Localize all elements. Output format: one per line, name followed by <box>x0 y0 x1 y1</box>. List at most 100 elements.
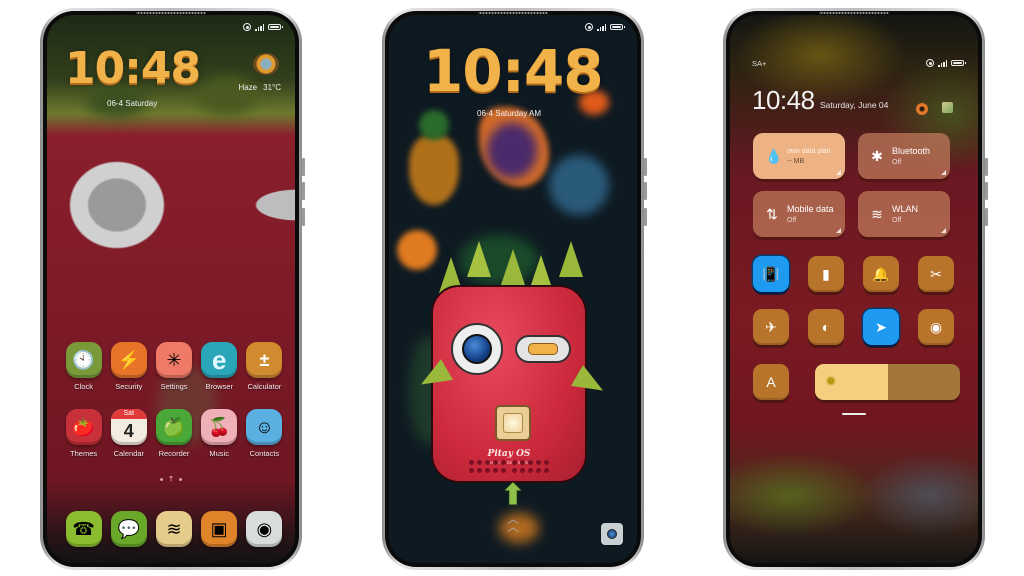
toggle-screenshot[interactable]: ✂ <box>918 256 954 292</box>
toggle-flashlight[interactable]: ▮ <box>808 256 844 292</box>
tile-bluetooth[interactable]: ✱ Bluetooth Off <box>858 133 950 179</box>
earpiece-speaker <box>136 12 206 14</box>
lock-screen: 10:48 06-4 Saturday AM Pitay OS Design b… <box>389 15 637 563</box>
app-calculator[interactable]: ± Calculator <box>242 342 287 391</box>
earpiece-speaker <box>819 12 889 14</box>
lock-clock-time: 10:48 <box>423 37 604 105</box>
app-contacts[interactable]: ☺ Contacts <box>242 409 287 458</box>
mobile-data-icon: ⇅ <box>766 205 778 222</box>
tile-own-data-plan[interactable]: 💧 own data plan -- MB <box>753 133 845 179</box>
page-dot <box>178 478 182 481</box>
expand-corner-icon <box>836 228 841 233</box>
cc-clock-time[interactable]: 10:48 <box>752 85 815 116</box>
browser-e-icon: e <box>201 342 238 378</box>
contrast-icon: ◐ <box>821 319 831 335</box>
signal-icon <box>597 23 606 31</box>
contacts-icon: ☺ <box>246 409 283 445</box>
calendar-icon: Sat 4 <box>110 409 147 445</box>
flashlight-icon: ▮ <box>822 265 830 282</box>
dock-item[interactable]: ▣ <box>197 511 242 547</box>
sun-icon: ✹ <box>825 373 837 389</box>
status-bar <box>585 23 625 31</box>
app-calendar[interactable]: Sat 4 Calendar <box>106 409 151 458</box>
app-label: Settings <box>160 382 188 391</box>
app-label: Contacts <box>249 449 280 458</box>
volume-down-button <box>302 182 305 200</box>
phone-lock-screen: 10:48 06-4 Saturday AM Pitay OS Design b… <box>382 8 647 570</box>
app-browser[interactable]: e Browser <box>197 342 242 391</box>
robot-eye-right <box>515 335 571 363</box>
wifi-icon: ≋ <box>871 205 883 222</box>
unlock-hint-chevron-icon: ︿ ︿ <box>506 512 520 534</box>
themes-tomato-icon: 🍅 <box>65 409 102 445</box>
dock-item[interactable]: ◉ <box>242 511 287 547</box>
toggle-airplane[interactable]: ✈ <box>753 309 789 345</box>
app-security[interactable]: ⚡ Security <box>106 342 151 391</box>
power-button <box>302 208 305 226</box>
expand-corner-icon <box>941 170 946 175</box>
app-settings[interactable]: ✳ Settings <box>151 342 196 391</box>
leaf-decoration <box>419 110 449 140</box>
settings-gear-icon[interactable] <box>916 103 928 115</box>
music-cherry-icon: 🍒 <box>201 409 238 445</box>
toggle-vibrate[interactable]: 📳 <box>753 256 789 292</box>
camera-icon: ◉ <box>246 511 283 547</box>
vibrate-icon: 📳 <box>762 265 780 282</box>
dock-item[interactable]: ≋ <box>151 511 196 547</box>
calculator-icon: ± <box>246 342 283 378</box>
app-themes[interactable]: 🍅 Themes <box>61 409 106 458</box>
earpiece-speaker <box>478 12 548 14</box>
control-center: SA+ 10:48 Saturday, June 04 💧 own data pl… <box>730 15 978 563</box>
alarm-icon <box>585 23 593 31</box>
lock-clock-date: 06-4 Saturday AM <box>477 109 542 118</box>
toggle-location[interactable]: ➤ <box>863 309 899 345</box>
clock-widget-time[interactable]: 10:48 <box>65 43 201 94</box>
leaf <box>467 241 491 277</box>
close-panel-handle[interactable] <box>842 413 866 415</box>
location-arrow-icon: ➤ <box>875 318 887 335</box>
camera-shortcut-button[interactable] <box>601 523 623 545</box>
camera-icon <box>607 529 617 539</box>
expand-corner-icon <box>941 228 946 233</box>
app-label: Clock <box>74 382 93 391</box>
robot-mouth-button <box>495 405 531 441</box>
bell-icon: 🔔 <box>872 265 890 282</box>
tile-status: -- MB <box>787 157 805 165</box>
lightning-icon: ⚡ <box>110 342 147 378</box>
edit-icon[interactable] <box>942 102 953 113</box>
water-drop-icon: 💧 <box>765 147 783 164</box>
tile-title: own data plan <box>787 147 831 155</box>
tile-mobile-data[interactable]: ⇅ Mobile data Off <box>753 191 845 237</box>
tile-title: WLAN <box>892 204 919 214</box>
app-music[interactable]: 🍒 Music <box>197 409 242 458</box>
app-label: Music <box>209 449 229 458</box>
weather-widget[interactable]: Haze 31°C <box>238 83 281 92</box>
app-label: Calendar <box>113 449 144 458</box>
brightness-slider[interactable]: ✹ <box>815 364 960 400</box>
clock-widget-date: 06-4 Saturday <box>107 99 158 108</box>
tile-wlan[interactable]: ≋ WLAN Off <box>858 191 950 237</box>
power-button <box>985 208 988 226</box>
dock: ☎ 💬 ≋ ▣ ◉ <box>61 511 287 547</box>
volume-up-button <box>985 158 988 176</box>
auto-brightness-button[interactable]: A <box>753 364 789 400</box>
toggle-dark-mode[interactable]: ◐ <box>808 309 844 345</box>
toggle-notifications[interactable]: 🔔 <box>863 256 899 292</box>
battery-icon <box>951 60 966 66</box>
calendar-day-badge: Sat <box>110 409 147 419</box>
app-recorder[interactable]: 🍏 Recorder <box>151 409 196 458</box>
dock-item[interactable]: ☎ <box>61 511 106 547</box>
weather-temperature: 31°C <box>263 83 281 92</box>
tile-status: Off <box>787 217 797 224</box>
signal-icon <box>255 23 264 31</box>
carrier-label: SA+ <box>752 59 767 68</box>
app-label: Security <box>115 382 143 391</box>
swipe-up-arrow-icon[interactable]: ⬆ <box>501 481 524 509</box>
app-clock[interactable]: 🕙 Clock <box>61 342 106 391</box>
page-indicator[interactable]: ⇡ <box>160 476 182 483</box>
messages-icon: 💬 <box>110 511 147 547</box>
brand-subtitle: Design by Mike 2026™ <box>485 460 533 465</box>
battery-icon <box>268 24 283 30</box>
toggle-reading-mode[interactable]: ◉ <box>918 309 954 345</box>
dock-item[interactable]: 💬 <box>106 511 151 547</box>
